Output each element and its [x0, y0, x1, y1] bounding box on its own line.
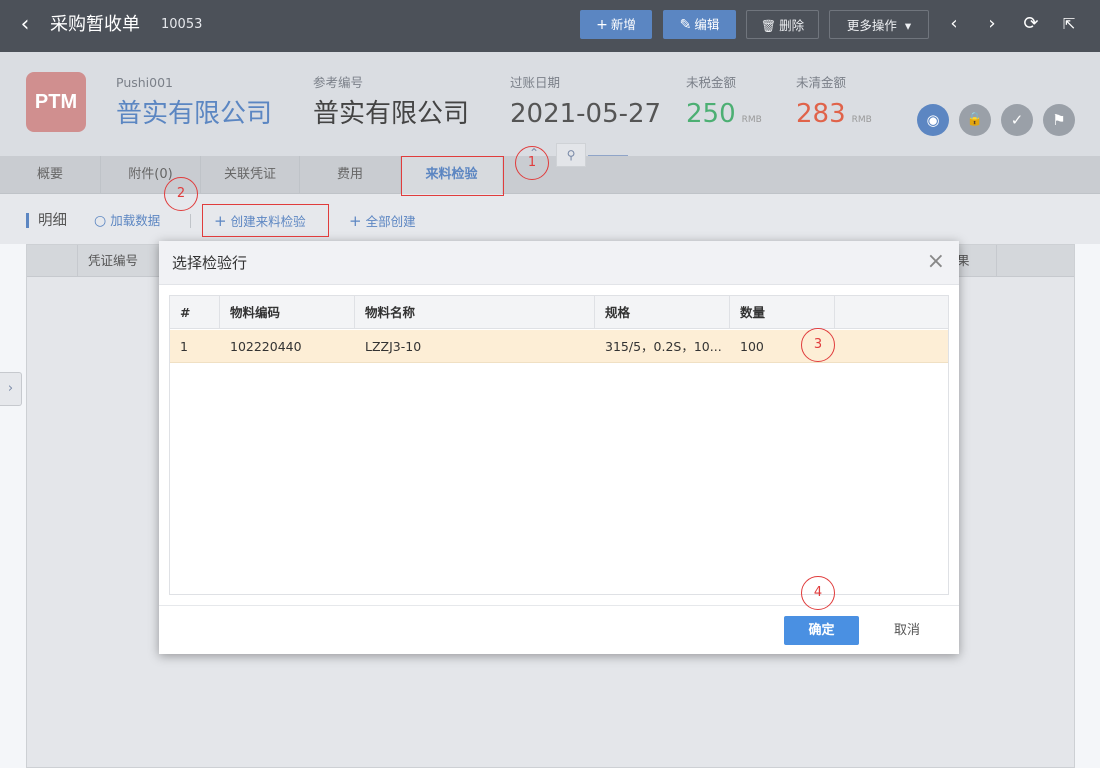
- edit-button-label: 编辑: [694, 17, 720, 32]
- cell-index: 1: [180, 339, 188, 354]
- cancel-button[interactable]: 取消: [877, 616, 937, 645]
- annotation-highlight-tab: [401, 156, 504, 196]
- pin-icon[interactable]: ⚲: [556, 143, 586, 167]
- refresh-icon[interactable]: ⟳: [1020, 12, 1042, 36]
- column-header-quantity[interactable]: 数量: [730, 296, 835, 329]
- annotation-step-4: 4: [801, 576, 835, 610]
- grid-column-voucher-no[interactable]: 凭证编号: [77, 245, 162, 277]
- column-header-material-code[interactable]: 物料编码: [220, 296, 355, 329]
- company-logo: PTM: [26, 72, 86, 132]
- currency-unit: RMB: [851, 115, 872, 125]
- field-value: 普实有限公司: [313, 99, 470, 129]
- load-data-label: 加载数据: [110, 213, 161, 228]
- delete-button-label: 删除: [779, 18, 805, 33]
- cell-spec: 315/5，0.2S，10...: [605, 339, 722, 354]
- column-header-spec[interactable]: 规格: [595, 296, 730, 329]
- annotation-step-2: 2: [164, 177, 198, 211]
- tab-related-documents[interactable]: 关联凭证: [201, 156, 300, 194]
- back-icon[interactable]: ‹: [14, 12, 36, 38]
- caret-down-icon: ▾: [904, 18, 912, 33]
- field-label: 未清金额: [796, 75, 847, 90]
- page-title: 采购暂收单: [50, 14, 140, 35]
- document-number: 10053: [161, 17, 203, 32]
- new-button-label: 新增: [610, 17, 636, 32]
- delete-button[interactable]: 🗑 删除: [746, 10, 819, 39]
- field-label: Pushi001: [116, 75, 174, 90]
- annotation-step-3: 3: [801, 328, 835, 362]
- plus-icon: +: [596, 17, 608, 33]
- search-icon: ○: [94, 213, 107, 229]
- tab-expenses[interactable]: 费用: [300, 156, 401, 194]
- tab-overview[interactable]: 概要: [0, 156, 101, 194]
- grid-column-result[interactable]: 果: [957, 245, 997, 277]
- dialog-header: 选择检验行 ×: [159, 241, 959, 285]
- column-header-index[interactable]: #: [170, 296, 220, 329]
- dialog-footer: 确定 取消: [159, 605, 959, 654]
- header-field-open-amount: 未清金额 283 RMB: [796, 75, 872, 137]
- flag-icon[interactable]: ⚑: [1043, 104, 1075, 136]
- annotation-highlight-create: [202, 204, 329, 237]
- edit-button[interactable]: ✎ 编辑: [663, 10, 736, 39]
- field-value: 250 RMB: [686, 97, 762, 137]
- next-record-icon[interactable]: ›: [981, 12, 1003, 36]
- status-open-icon[interactable]: ◉: [917, 104, 949, 136]
- more-actions-dropdown[interactable]: 更多操作 ▾: [829, 10, 929, 39]
- toolbar-divider: [190, 214, 191, 228]
- table-header: # 物料编码 物料名称 规格 数量: [170, 296, 948, 329]
- create-all-label: 全部创建: [365, 214, 416, 229]
- select-inspection-dialog: 选择检验行 × # 物料编码 物料名称 规格 数量 1 102220440 LZ…: [159, 241, 959, 654]
- prev-record-icon[interactable]: ‹: [943, 12, 965, 36]
- cell-material-code: 102220440: [230, 339, 302, 354]
- column-header-material-name[interactable]: 物料名称: [355, 296, 595, 329]
- annotation-step-1: 1: [515, 146, 549, 180]
- vendor-name-link[interactable]: 普实有限公司: [116, 97, 272, 131]
- field-value: 283 RMB: [796, 97, 872, 137]
- amount-value: 250: [686, 99, 736, 129]
- section-marker: [26, 213, 29, 228]
- section-title: 明细: [38, 213, 67, 229]
- currency-unit: RMB: [741, 115, 762, 125]
- trash-icon: 🗑: [760, 19, 777, 33]
- create-all-button[interactable]: + 全部创建: [349, 211, 416, 232]
- edit-icon: ✎: [679, 17, 692, 33]
- plus-icon: +: [349, 212, 362, 230]
- confirm-button[interactable]: 确定: [784, 616, 859, 645]
- header-field-net-amount: 未税金额 250 RMB: [686, 75, 762, 137]
- lock-icon[interactable]: 🔒: [959, 104, 991, 136]
- field-label: 参考编号: [313, 75, 364, 90]
- new-button[interactable]: + 新增: [580, 10, 652, 39]
- header-field-posting-date: 过账日期 2021-05-27: [510, 75, 661, 131]
- amount-value: 283: [796, 99, 846, 129]
- field-label: 过账日期: [510, 75, 561, 90]
- dialog-title: 选择检验行: [172, 254, 248, 272]
- share-icon[interactable]: ⇱: [1058, 12, 1080, 36]
- document-header: PTM Pushi001 普实有限公司 参考编号 普实有限公司 过账日期 202…: [0, 52, 1100, 156]
- cell-material-name: LZZJ3-10: [365, 339, 422, 354]
- more-actions-label: 更多操作: [846, 18, 897, 33]
- header-field-vendor: Pushi001 普实有限公司: [116, 75, 272, 131]
- top-bar: ‹ 采购暂收单 10053 + 新增 ✎ 编辑 🗑 删除 更多操作 ▾ ‹ › ⟳ ⇱: [0, 0, 1100, 52]
- side-panel-toggle[interactable]: ›: [0, 372, 22, 406]
- field-label: 未税金额: [686, 75, 737, 90]
- close-icon[interactable]: ×: [927, 250, 945, 274]
- field-value: 2021-05-27: [510, 99, 662, 129]
- check-icon[interactable]: ✓: [1001, 104, 1033, 136]
- load-data-button[interactable]: ○ 加载数据: [94, 211, 160, 231]
- pin-divider: [588, 155, 628, 156]
- header-field-reference: 参考编号 普实有限公司: [313, 75, 469, 131]
